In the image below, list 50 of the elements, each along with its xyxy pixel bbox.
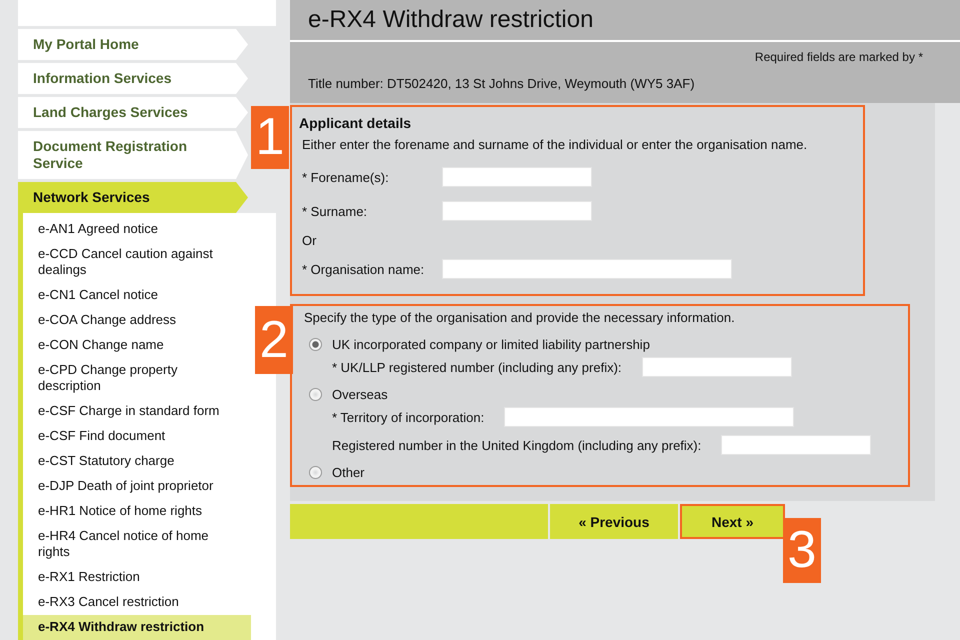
nav-button[interactable]: « Previous bbox=[550, 504, 678, 539]
input-field[interactable] bbox=[504, 407, 794, 427]
nav-item[interactable]: Land Charges Services bbox=[18, 97, 248, 128]
submenu-item[interactable]: e-RX3 Cancel restriction bbox=[23, 590, 251, 615]
submenu-item[interactable]: e-CPD Change property description bbox=[23, 358, 251, 399]
submenu-item[interactable]: e-CON Change name bbox=[23, 333, 251, 358]
submenu-item[interactable]: e-AN1 Agreed notice bbox=[23, 217, 251, 242]
field-label: * Organisation name: bbox=[301, 262, 426, 276]
submenu-item[interactable]: e-CST Statutory charge bbox=[23, 449, 251, 474]
callout-number: 1 bbox=[251, 106, 289, 169]
radio-button[interactable] bbox=[309, 466, 322, 478]
nav-item[interactable]: Information Services bbox=[18, 63, 248, 94]
page-title: e-RX4 Withdraw restriction bbox=[308, 6, 594, 34]
nav-item[interactable]: Document Registration Service bbox=[18, 131, 248, 179]
radio-button[interactable] bbox=[309, 338, 322, 350]
nav-item[interactable]: My Portal Home bbox=[18, 29, 248, 60]
instruction-text: Specify the type of the organisation and provide the necessary information. bbox=[304, 310, 736, 325]
radio-button[interactable] bbox=[309, 388, 322, 400]
title-number: Title number: DT502420, 13 St Johns Drive, Weymouth (WY5 3AF) bbox=[308, 76, 696, 91]
section-heading: Applicant details bbox=[299, 115, 412, 131]
option-label: Overseas bbox=[332, 386, 388, 402]
field-label: * Forename(s): bbox=[301, 170, 390, 184]
submenu-item[interactable]: e-CCD Cancel caution against dealings bbox=[23, 242, 251, 283]
submenu-item[interactable]: e-HR4 Cancel notice of home rights bbox=[23, 524, 251, 565]
submenu-item[interactable]: e-CN1 Cancel notice bbox=[23, 283, 251, 308]
field-label: Registered number in the United Kingdom (including any prefix): bbox=[332, 438, 702, 452]
option-label: UK incorporated company or limited liability partnership bbox=[332, 336, 650, 352]
input-field[interactable] bbox=[442, 201, 592, 221]
submenu-item[interactable]: e-HR1 Notice of home rights bbox=[23, 499, 251, 524]
submenu-item[interactable]: e-RX4 Withdraw restriction bbox=[23, 615, 251, 640]
submenu-item[interactable]: e-DJP Death of joint proprietor bbox=[23, 474, 251, 499]
or-label: Or bbox=[301, 232, 316, 248]
field-label: * UK/LLP registered number (including any prefix): bbox=[332, 360, 622, 374]
option-label: Other bbox=[332, 464, 365, 480]
input-field[interactable] bbox=[442, 259, 732, 279]
submenu-item[interactable]: e-COA Change address bbox=[23, 308, 251, 333]
field-label: * Surname: bbox=[301, 204, 368, 218]
callout-number: 2 bbox=[255, 306, 293, 374]
input-field[interactable] bbox=[642, 357, 792, 377]
nav-item[interactable]: Network Services bbox=[18, 182, 248, 213]
submenu-item[interactable]: e-RX1 Restriction bbox=[23, 565, 251, 590]
input-field[interactable] bbox=[721, 435, 872, 455]
instruction-text: Either enter the forename and surname of the individual or enter the organisation name. bbox=[302, 137, 808, 152]
nav-button[interactable]: Next » bbox=[680, 504, 785, 539]
callout-number: 3 bbox=[783, 518, 821, 583]
submenu-item[interactable]: e-CSF Find document bbox=[23, 424, 251, 449]
field-label: * Territory of incorporation: bbox=[332, 410, 484, 424]
input-field[interactable] bbox=[442, 167, 592, 187]
submenu-item[interactable]: e-CSF Charge in standard form bbox=[23, 399, 251, 424]
required-note: Required fields are marked by * bbox=[754, 50, 923, 64]
